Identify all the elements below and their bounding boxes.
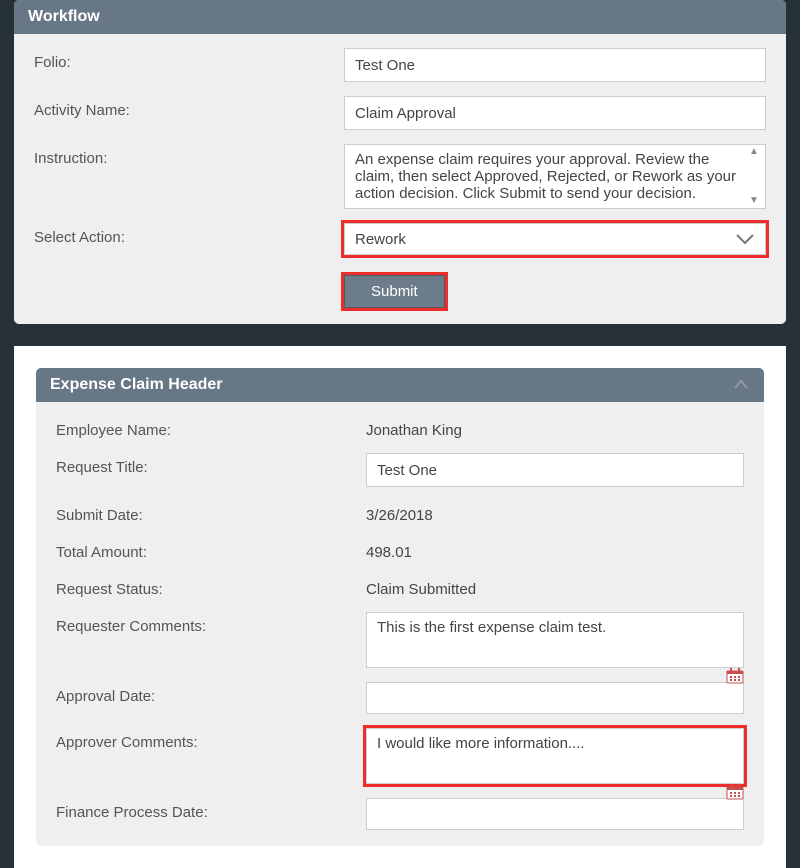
instruction-text: An expense claim requires your approval.… — [355, 151, 736, 202]
folio-label: Folio: — [34, 48, 344, 71]
submit-date-value: 3/26/2018 — [366, 501, 433, 524]
total-amount-value: 498.01 — [366, 538, 412, 561]
approval-date-label: Approval Date: — [56, 682, 366, 705]
request-status-row: Request Status: Claim Submitted — [56, 575, 744, 598]
approver-comments-text: I would like more information.... — [377, 735, 585, 752]
approval-date-row: Approval Date: — [56, 682, 744, 714]
expense-claim-header: Expense Claim Header — [36, 368, 764, 402]
employee-name-row: Employee Name: Jonathan King — [56, 416, 744, 439]
requester-comments-textarea[interactable]: This is the first expense claim test. — [366, 612, 744, 668]
scroll-down-icon[interactable]: ▼ — [749, 196, 761, 206]
workflow-body: Folio: Activity Name: Instruction: An ex… — [14, 34, 786, 324]
submit-button-wrap: Submit — [344, 275, 445, 308]
chevron-down-icon — [735, 233, 755, 245]
approval-date-wrap — [366, 682, 744, 714]
approval-date-input[interactable] — [366, 682, 744, 714]
activity-name-input[interactable] — [344, 96, 766, 130]
instruction-label: Instruction: — [34, 144, 344, 167]
scroll-up-icon[interactable]: ▲ — [749, 147, 761, 157]
expense-claim-container: Expense Claim Header Employee Name: Jona… — [14, 346, 786, 868]
workflow-header: Workflow — [14, 0, 786, 34]
employee-name-label: Employee Name: — [56, 416, 366, 439]
collapse-chevron-icon[interactable] — [732, 376, 750, 394]
expense-claim-panel: Expense Claim Header Employee Name: Jona… — [36, 368, 764, 846]
folio-row: Folio: — [34, 48, 766, 82]
request-title-input[interactable] — [366, 453, 744, 487]
submit-date-label: Submit Date: — [56, 501, 366, 524]
submit-date-row: Submit Date: 3/26/2018 — [56, 501, 744, 524]
workflow-panel: Workflow Folio: Activity Name: Instructi… — [14, 0, 786, 324]
instruction-textarea[interactable]: An expense claim requires your approval.… — [344, 144, 766, 209]
select-action-value: Rework — [355, 231, 406, 248]
requester-comments-text: This is the first expense claim test. — [377, 619, 606, 636]
total-amount-row: Total Amount: 498.01 — [56, 538, 744, 561]
employee-name-value: Jonathan King — [366, 416, 462, 439]
approver-comments-textarea[interactable]: I would like more information.... — [366, 728, 744, 784]
instruction-row: Instruction: An expense claim requires y… — [34, 144, 766, 209]
approver-comments-label: Approver Comments: — [56, 728, 366, 751]
approver-comments-row: Approver Comments: I would like more inf… — [56, 728, 744, 784]
finance-process-date-input[interactable] — [366, 798, 744, 830]
activity-name-label: Activity Name: — [34, 96, 344, 119]
calendar-icon[interactable] — [726, 668, 744, 688]
select-action-dropdown[interactable]: Rework — [344, 223, 766, 255]
requester-comments-label: Requester Comments: — [56, 612, 366, 635]
total-amount-label: Total Amount: — [56, 538, 366, 561]
calendar-icon[interactable] — [726, 784, 744, 804]
request-status-value: Claim Submitted — [366, 575, 476, 598]
expense-claim-title: Expense Claim Header — [50, 376, 223, 394]
finance-process-date-label: Finance Process Date: — [56, 798, 366, 821]
request-title-row: Request Title: — [56, 453, 744, 487]
activity-name-row: Activity Name: — [34, 96, 766, 130]
instruction-scrollbar[interactable]: ▲ ▼ — [749, 147, 761, 206]
finance-process-date-row: Finance Process Date: — [56, 798, 744, 830]
request-status-label: Request Status: — [56, 575, 366, 598]
expense-claim-body: Employee Name: Jonathan King Request Tit… — [36, 402, 764, 846]
submit-button[interactable]: Submit — [344, 275, 445, 308]
select-action-label: Select Action: — [34, 223, 344, 246]
workflow-title: Workflow — [28, 8, 100, 26]
select-action-row: Select Action: Rework — [34, 223, 766, 255]
finance-process-date-wrap — [366, 798, 744, 830]
requester-comments-row: Requester Comments: This is the first ex… — [56, 612, 744, 668]
request-title-label: Request Title: — [56, 453, 366, 476]
folio-input[interactable] — [344, 48, 766, 82]
